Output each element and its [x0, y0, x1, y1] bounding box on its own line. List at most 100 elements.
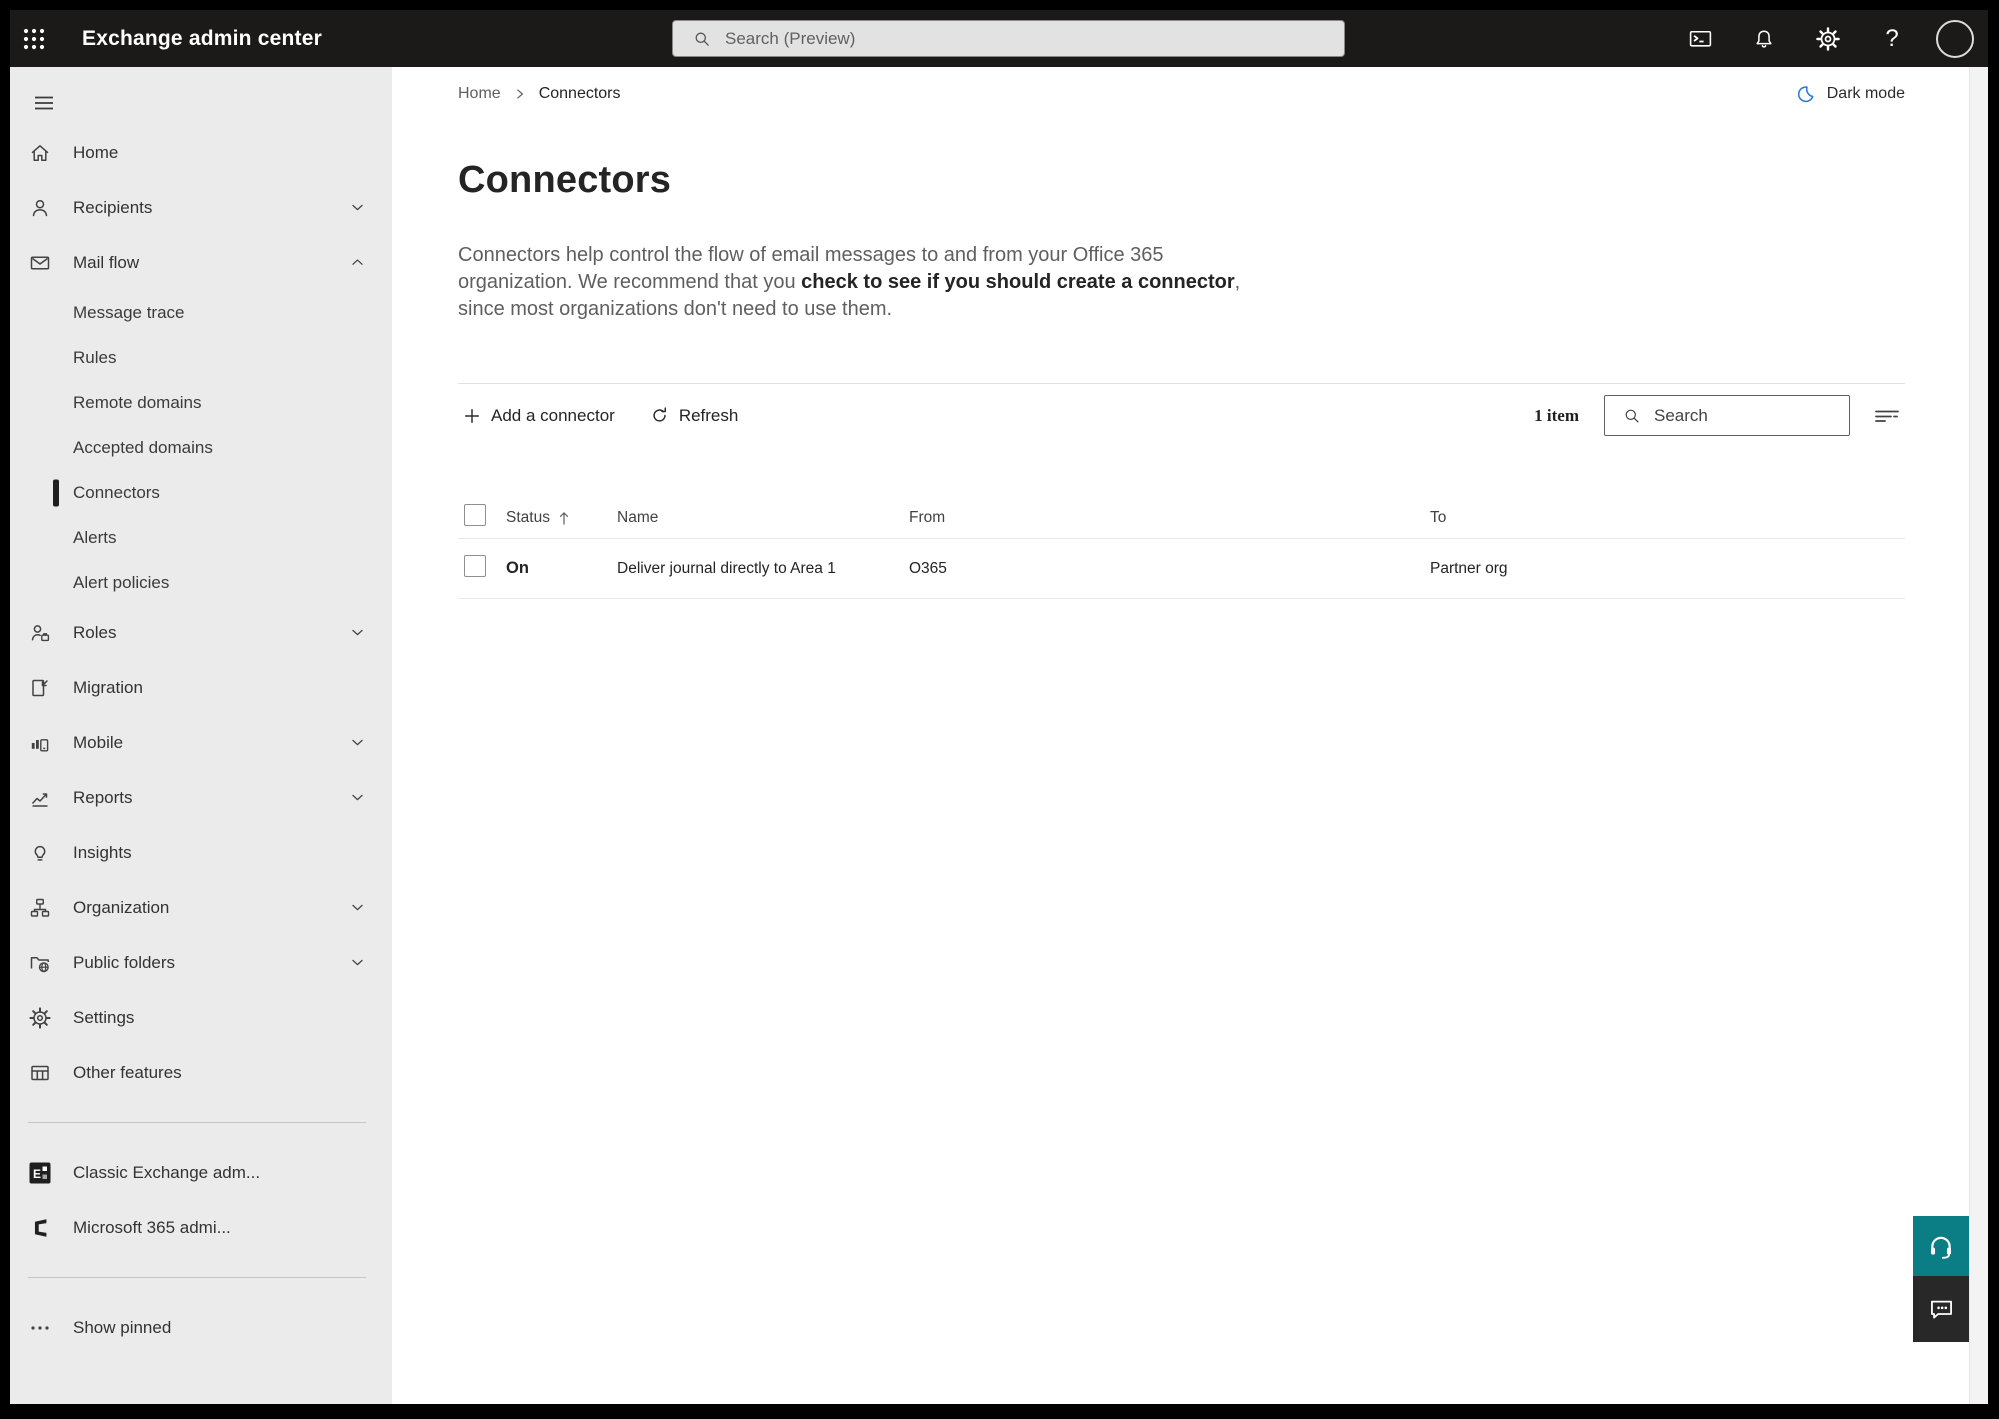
dark-mode-toggle[interactable]: Dark mode	[1795, 84, 1905, 105]
breadcrumb-current: Connectors	[538, 85, 621, 102]
row-checkbox[interactable]	[464, 555, 486, 577]
selected-indicator	[53, 479, 59, 506]
sidebar-item-insights[interactable]: Insights	[10, 825, 392, 880]
global-search-input[interactable]	[725, 28, 1285, 49]
table-header-row: Status Name From To	[458, 497, 1905, 539]
sidebar-item-remote-domains[interactable]: Remote domains	[10, 380, 392, 425]
cell-from: O365	[909, 559, 947, 577]
sidebar-item-label: Recipients	[73, 197, 153, 217]
sidebar-item-label: Alerts	[73, 527, 117, 547]
sidebar-item-label: Mobile	[73, 732, 124, 752]
sidebar-item-label: Roles	[73, 622, 117, 642]
sidebar-item-label: Migration	[73, 677, 143, 697]
sidebar-item-home[interactable]: Home	[10, 125, 392, 180]
collapse-nav-button[interactable]	[20, 81, 68, 125]
help-button[interactable]: ?	[1860, 10, 1924, 67]
chevron-down-icon	[349, 899, 366, 916]
powershell-button[interactable]	[1668, 10, 1732, 67]
migration-icon	[28, 676, 52, 700]
app-window: Exchange admin center Search (Preview) ?…	[10, 10, 1988, 1404]
column-header-to[interactable]: To	[1430, 509, 1905, 527]
sidebar-item-recipients[interactable]: Recipients	[10, 180, 392, 235]
sidebar-item-roles[interactable]: Roles	[10, 605, 392, 660]
main-content: Home Connectors Dark mode Connectors Con…	[392, 67, 1969, 1404]
column-header-status[interactable]: Status	[506, 509, 617, 527]
sidebar-item-public-folders[interactable]: Public folders	[10, 935, 392, 990]
sidebar-item-label: Organization	[73, 897, 170, 917]
body: Home Recipients Mail flow Message trace …	[10, 67, 1988, 1404]
filter-icon	[1875, 410, 1899, 422]
chevron-up-icon	[349, 254, 366, 271]
sidebar-item-label: Home	[73, 142, 119, 162]
sidebar-item-label: Other features	[73, 1062, 182, 1082]
sidebar-item-alerts[interactable]: Alerts	[10, 515, 392, 560]
table-row[interactable]: On Deliver journal directly to Area 1 O3…	[458, 539, 1905, 599]
sidebar-item-rules[interactable]: Rules	[10, 335, 392, 380]
list-toolbar: Add a connector Refresh 1 item	[458, 384, 1905, 447]
account-avatar[interactable]	[1936, 19, 1974, 58]
scrollbar[interactable]	[1969, 67, 1988, 1404]
toolbar-right: 1 item	[1534, 395, 1905, 436]
sidebar-item-connectors[interactable]: Connectors	[10, 470, 392, 515]
sidebar-item-label: Public folders	[73, 952, 176, 972]
headset-icon	[1930, 1236, 1952, 1259]
filter-button[interactable]	[1869, 398, 1905, 434]
breadcrumb-row: Home Connectors Dark mode	[458, 81, 1905, 107]
sidebar-divider	[28, 1277, 366, 1278]
item-count: 1 item	[1534, 405, 1579, 425]
moon-icon	[1797, 85, 1814, 102]
topbar-actions: ?	[1668, 10, 1988, 67]
cell-to: Partner org	[1430, 559, 1508, 577]
chevron-right-icon	[513, 87, 527, 101]
chat-bubble-icon	[1930, 1300, 1952, 1318]
sidebar-item-organization[interactable]: Organization	[10, 880, 392, 935]
page-description: Connectors help control the flow of emai…	[458, 242, 1278, 323]
person-icon	[28, 196, 52, 220]
select-all-checkbox[interactable]	[464, 504, 486, 526]
ellipsis-icon	[28, 1316, 52, 1340]
sidebar-divider	[28, 1122, 366, 1123]
global-search-box[interactable]	[672, 20, 1345, 57]
breadcrumb: Home Connectors	[458, 85, 621, 103]
add-connector-button[interactable]: Add a connector	[458, 400, 619, 432]
sidebar-item-show-pinned[interactable]: Show pinned	[10, 1300, 392, 1355]
notifications-button[interactable]	[1732, 10, 1796, 67]
sidebar-item-mail-flow[interactable]: Mail flow	[10, 235, 392, 290]
classic-exchange-icon: E	[28, 1161, 52, 1185]
sidebar-item-label: Message trace	[73, 302, 185, 322]
app-title: Exchange admin center	[82, 26, 322, 50]
sidebar-item-classic-exchange[interactable]: E Classic Exchange adm...	[10, 1145, 392, 1200]
sidebar-nav: Home Recipients Mail flow Message trace …	[10, 67, 392, 1404]
sidebar-item-accepted-domains[interactable]: Accepted domains	[10, 425, 392, 470]
sidebar-item-alert-policies[interactable]: Alert policies	[10, 560, 392, 605]
sidebar-item-settings[interactable]: Settings	[10, 990, 392, 1045]
bell-icon	[1756, 29, 1772, 48]
search-icon	[695, 32, 709, 46]
support-button[interactable]	[1913, 1216, 1969, 1276]
gear-icon	[1816, 26, 1840, 51]
cell-status: On	[506, 559, 529, 577]
refresh-button[interactable]: Refresh	[645, 399, 743, 432]
sidebar-item-label: Classic Exchange adm...	[73, 1162, 261, 1182]
column-header-from[interactable]: From	[909, 509, 1430, 527]
feedback-button[interactable]	[1913, 1276, 1969, 1342]
create-connector-link[interactable]: check to see if you should create a conn…	[801, 271, 1234, 293]
breadcrumb-home-link[interactable]: Home	[458, 85, 501, 103]
list-search-input[interactable]	[1654, 405, 1814, 426]
sidebar-item-microsoft-365-admin[interactable]: Microsoft 365 admi...	[10, 1200, 392, 1255]
roles-icon	[28, 621, 52, 645]
org-chart-icon	[28, 896, 52, 920]
settings-button[interactable]	[1796, 10, 1860, 67]
sidebar-item-label: Reports	[73, 787, 133, 807]
page-title: Connectors	[458, 159, 672, 201]
list-search-box[interactable]	[1604, 395, 1850, 436]
sidebar-item-migration[interactable]: Migration	[10, 660, 392, 715]
sidebar-item-label: Alert policies	[73, 572, 170, 592]
sidebar-item-label: Accepted domains	[73, 437, 213, 457]
sidebar-item-other-features[interactable]: Other features	[10, 1045, 392, 1100]
app-launcher-button[interactable]	[10, 10, 58, 67]
sidebar-item-mobile[interactable]: Mobile	[10, 715, 392, 770]
column-header-name[interactable]: Name	[617, 509, 909, 527]
sidebar-item-reports[interactable]: Reports	[10, 770, 392, 825]
sidebar-item-message-trace[interactable]: Message trace	[10, 290, 392, 335]
